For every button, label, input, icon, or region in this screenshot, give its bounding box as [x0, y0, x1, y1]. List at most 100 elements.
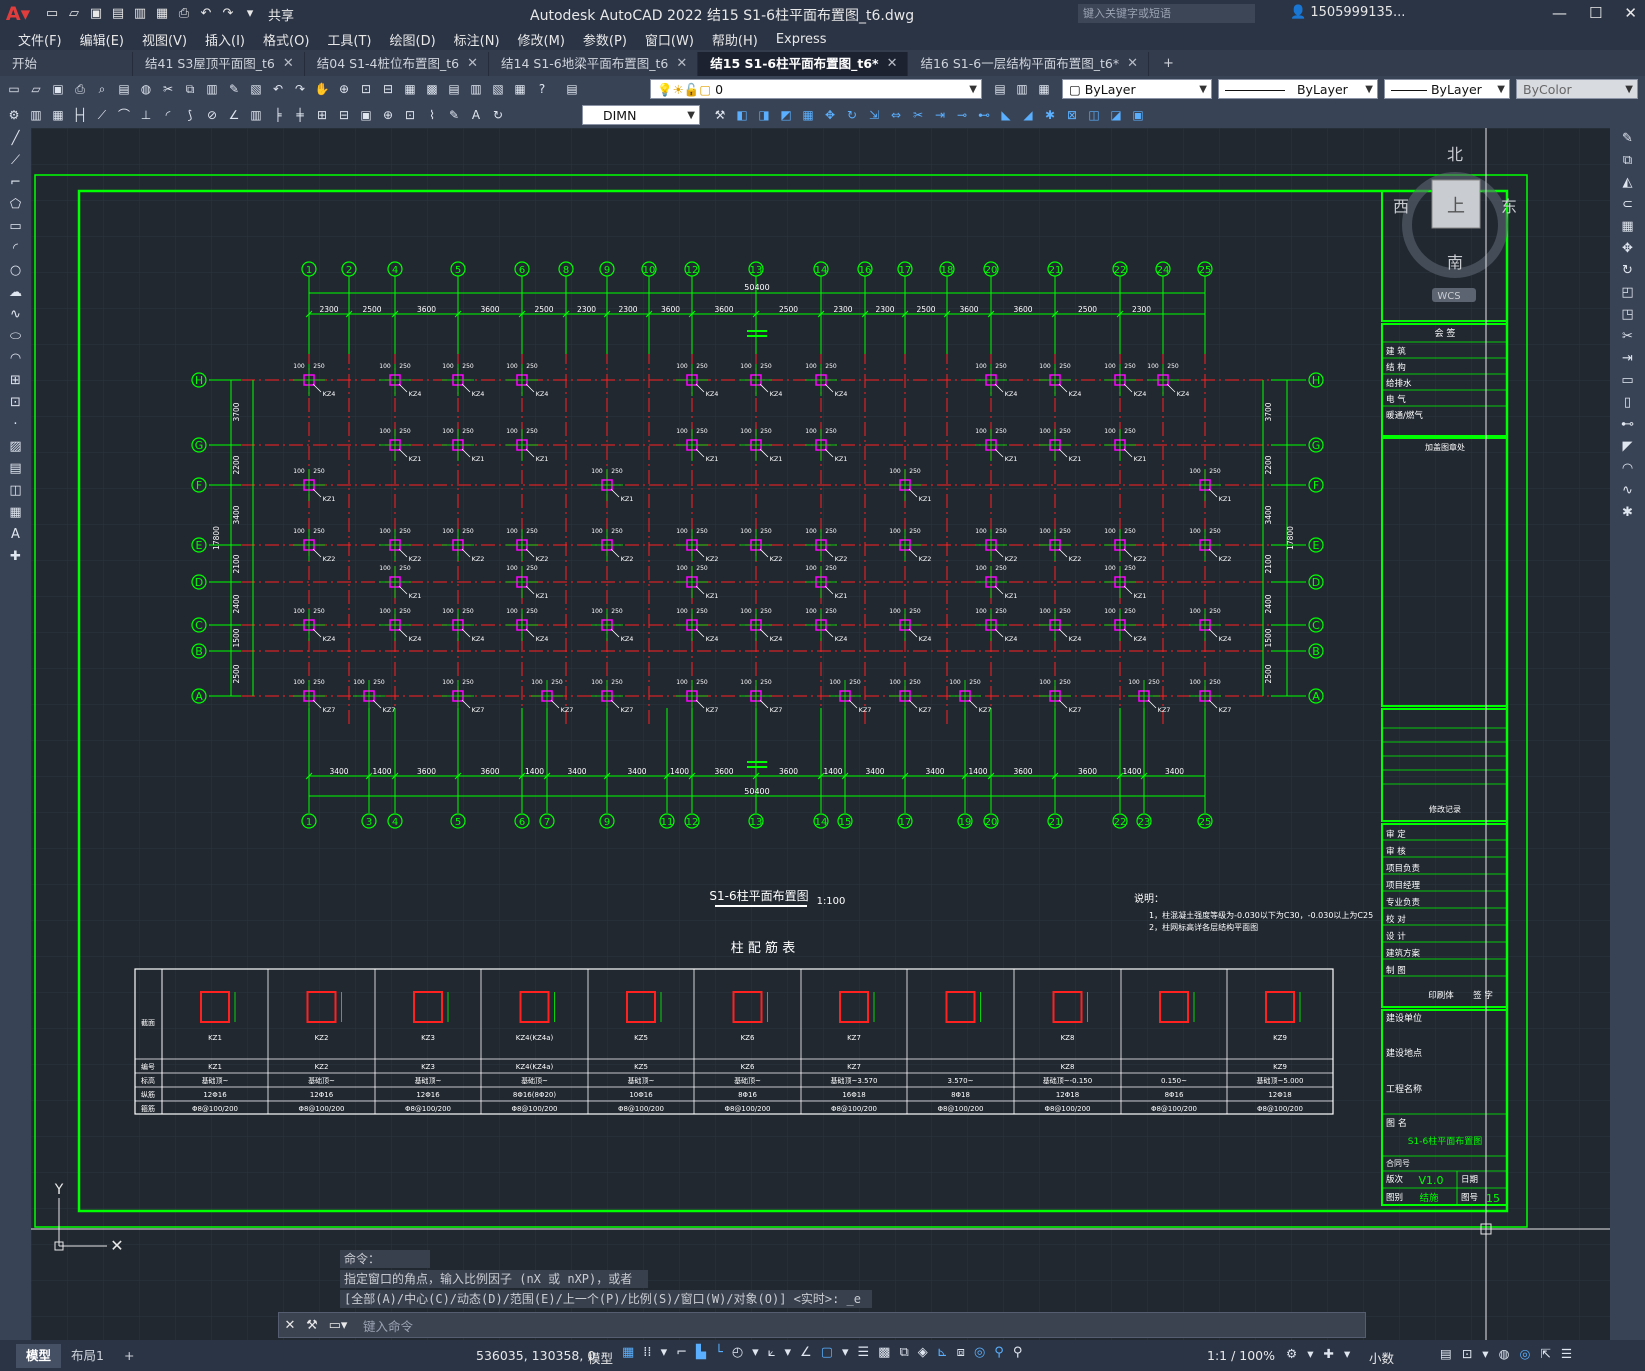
properties-icon[interactable]: ▦	[402, 81, 418, 97]
tab-start[interactable]: 开始	[0, 52, 133, 76]
ellipse-icon[interactable]: ⬭	[0, 326, 31, 348]
object-snap-icon[interactable]: ▢	[821, 1345, 833, 1360]
coordinate-readout[interactable]: 536035, 130358, 0	[476, 1348, 595, 1363]
make-block-icon[interactable]: ⊡	[0, 392, 31, 414]
menu-file[interactable]: 文件(F)	[18, 30, 62, 49]
sheet-set-icon[interactable]: ▥	[468, 81, 484, 97]
gradient-icon[interactable]: ▤	[0, 458, 31, 480]
layer-iso-icon[interactable]: ▦	[1036, 81, 1052, 97]
add-layout-icon[interactable]: +	[114, 1344, 144, 1368]
recent-commands-icon[interactable]: ▭▾	[323, 1318, 353, 1333]
zoom-window-icon[interactable]: ⊡	[358, 81, 374, 97]
erase-icon[interactable]: ⊠	[1064, 107, 1080, 123]
chevron-down-icon[interactable]: ▾	[661, 1345, 668, 1360]
spline-icon[interactable]: ∿	[0, 304, 31, 326]
design-center-icon[interactable]: ▩	[424, 81, 440, 97]
polar-tracking-icon[interactable]: ◴	[732, 1345, 743, 1360]
color-dropdown[interactable]: ▢ ByLayer ▼	[1062, 79, 1212, 99]
explode-icon[interactable]: ✱	[1042, 107, 1058, 123]
break-icon[interactable]: ▯	[1610, 392, 1645, 414]
arc-length-icon[interactable]: ⌒	[116, 107, 132, 123]
menu-format[interactable]: 格式(O)	[263, 30, 309, 49]
polygon-icon[interactable]: ⬠	[0, 194, 31, 216]
rectangle-icon[interactable]: ▭	[0, 216, 31, 238]
move-icon[interactable]: ✥	[1610, 238, 1645, 260]
dim-space-icon[interactable]: ⊞	[314, 107, 330, 123]
chevron-down-icon[interactable]: ▾	[1482, 1346, 1488, 1361]
layer-dropdown[interactable]: 💡☀🔓▢ 0 ▼	[650, 79, 982, 99]
extend-icon[interactable]: ⇥	[1610, 348, 1645, 370]
tab-layout1[interactable]: 布局1	[61, 1344, 114, 1368]
help-icon[interactable]: ?	[534, 81, 550, 97]
redo-icon[interactable]: ↷	[292, 81, 308, 97]
share-button[interactable]: 共享	[268, 5, 294, 24]
compass-north[interactable]: 北	[1447, 145, 1463, 164]
redo-icon[interactable]: ↷	[220, 6, 236, 22]
chevron-down-icon[interactable]: ▾	[1307, 1346, 1313, 1361]
aligned-dim-icon[interactable]: ⟋	[94, 107, 110, 123]
revcloud-icon[interactable]: ☁	[0, 282, 31, 304]
lineweight-dropdown[interactable]: ByLayer ▼	[1384, 79, 1510, 99]
inspect-icon[interactable]: ⊡	[402, 107, 418, 123]
linetype-dropdown[interactable]: ByLayer ▼	[1218, 79, 1378, 99]
trim-icon[interactable]: ✂	[1610, 326, 1645, 348]
dim-text-edit-icon[interactable]: A	[468, 107, 484, 123]
baseline-dim-icon[interactable]: ╞	[270, 107, 286, 123]
jogged-dim-icon[interactable]: ⟆	[182, 107, 198, 123]
clean-screen-icon[interactable]: ⇱	[1540, 1346, 1550, 1361]
quick-properties-icon[interactable]: ▤	[1440, 1346, 1452, 1361]
close-icon[interactable]: ✕	[279, 1318, 301, 1333]
drawing-canvas[interactable]: H H G G F F E E D D C C B B A A 1 2 4 5 6 8 9 10 12 13 14 16 17 18 20 2…	[31, 128, 1610, 1340]
close-icon[interactable]: ✕	[1624, 4, 1637, 22]
tab-file-4-active[interactable]: 结15 S1-6柱平面布置图_t6* ✕	[698, 52, 909, 76]
undo-icon[interactable]: ↶	[270, 81, 286, 97]
layer-properties-icon[interactable]: ▤	[564, 81, 580, 97]
match-icon[interactable]: ◪	[1108, 107, 1124, 123]
save-icon[interactable]: ▣	[88, 6, 104, 22]
selection-filter-icon[interactable]: ⧈	[957, 1345, 965, 1360]
add-selected-icon[interactable]: ✚	[0, 546, 31, 568]
region-icon[interactable]: ◫	[0, 480, 31, 502]
polyline-icon[interactable]: ⌐	[0, 172, 31, 194]
ortho-icon[interactable]: └	[715, 1345, 723, 1360]
save-icon[interactable]: ▣	[50, 81, 66, 97]
copy-icon[interactable]: ⧉	[182, 81, 198, 97]
scale-icon[interactable]: ◰	[1610, 282, 1645, 304]
mirror-icon[interactable]: ◭	[1610, 172, 1645, 194]
new-icon[interactable]: ▭	[6, 81, 22, 97]
fillet-icon[interactable]: ◠	[1610, 458, 1645, 480]
minimize-icon[interactable]: —	[1552, 4, 1567, 22]
tool-icon[interactable]: ▥	[28, 107, 44, 123]
customization-icon[interactable]: ☰	[1561, 1346, 1572, 1361]
tab-close-icon[interactable]: ✕	[283, 52, 294, 76]
tab-close-icon[interactable]: ✕	[1127, 52, 1138, 76]
menu-help[interactable]: 帮助(H)	[712, 30, 758, 49]
zoom-realtime-icon[interactable]: ⊕	[336, 81, 352, 97]
plot-icon[interactable]: ⎙	[72, 81, 88, 97]
chevron-down-icon[interactable]: ▾	[842, 1345, 849, 1360]
break-icon[interactable]: ⊸	[954, 107, 970, 123]
tool-palettes-icon[interactable]: ▤	[446, 81, 462, 97]
customize-dropdown-icon[interactable]: ▾	[242, 6, 258, 22]
open-web-icon[interactable]: ▥	[132, 6, 148, 22]
autocad-logo-icon[interactable]: A▾	[0, 0, 36, 28]
fillet-icon[interactable]: ◢	[1020, 107, 1036, 123]
tab-close-icon[interactable]: ✕	[887, 52, 898, 76]
3d-print-icon[interactable]: ◍	[138, 81, 154, 97]
chamfer-icon[interactable]: ◤	[1610, 436, 1645, 458]
open-icon[interactable]: ▱	[28, 81, 44, 97]
tolerance-icon[interactable]: ▣	[358, 107, 374, 123]
pan-icon[interactable]: ✋	[314, 81, 330, 97]
insert-block-icon[interactable]: ⊞	[0, 370, 31, 392]
join-icon[interactable]: ⊷	[976, 107, 992, 123]
dim-edit-icon[interactable]: ✎	[446, 107, 462, 123]
isometric-icon[interactable]: ⟀	[768, 1345, 776, 1360]
tab-file-5[interactable]: 结16 S1-6一层结构平面布置图_t6* ✕	[908, 52, 1149, 76]
menu-express[interactable]: Express	[776, 32, 827, 47]
line-icon[interactable]: ╱	[0, 128, 31, 150]
copy-icon[interactable]: ◧	[734, 107, 750, 123]
menu-modify[interactable]: 修改(M)	[518, 30, 565, 49]
save-as-icon[interactable]: ▤	[110, 6, 126, 22]
trim-icon[interactable]: ✂	[910, 107, 926, 123]
copy-icon[interactable]: ⧉	[1610, 150, 1645, 172]
